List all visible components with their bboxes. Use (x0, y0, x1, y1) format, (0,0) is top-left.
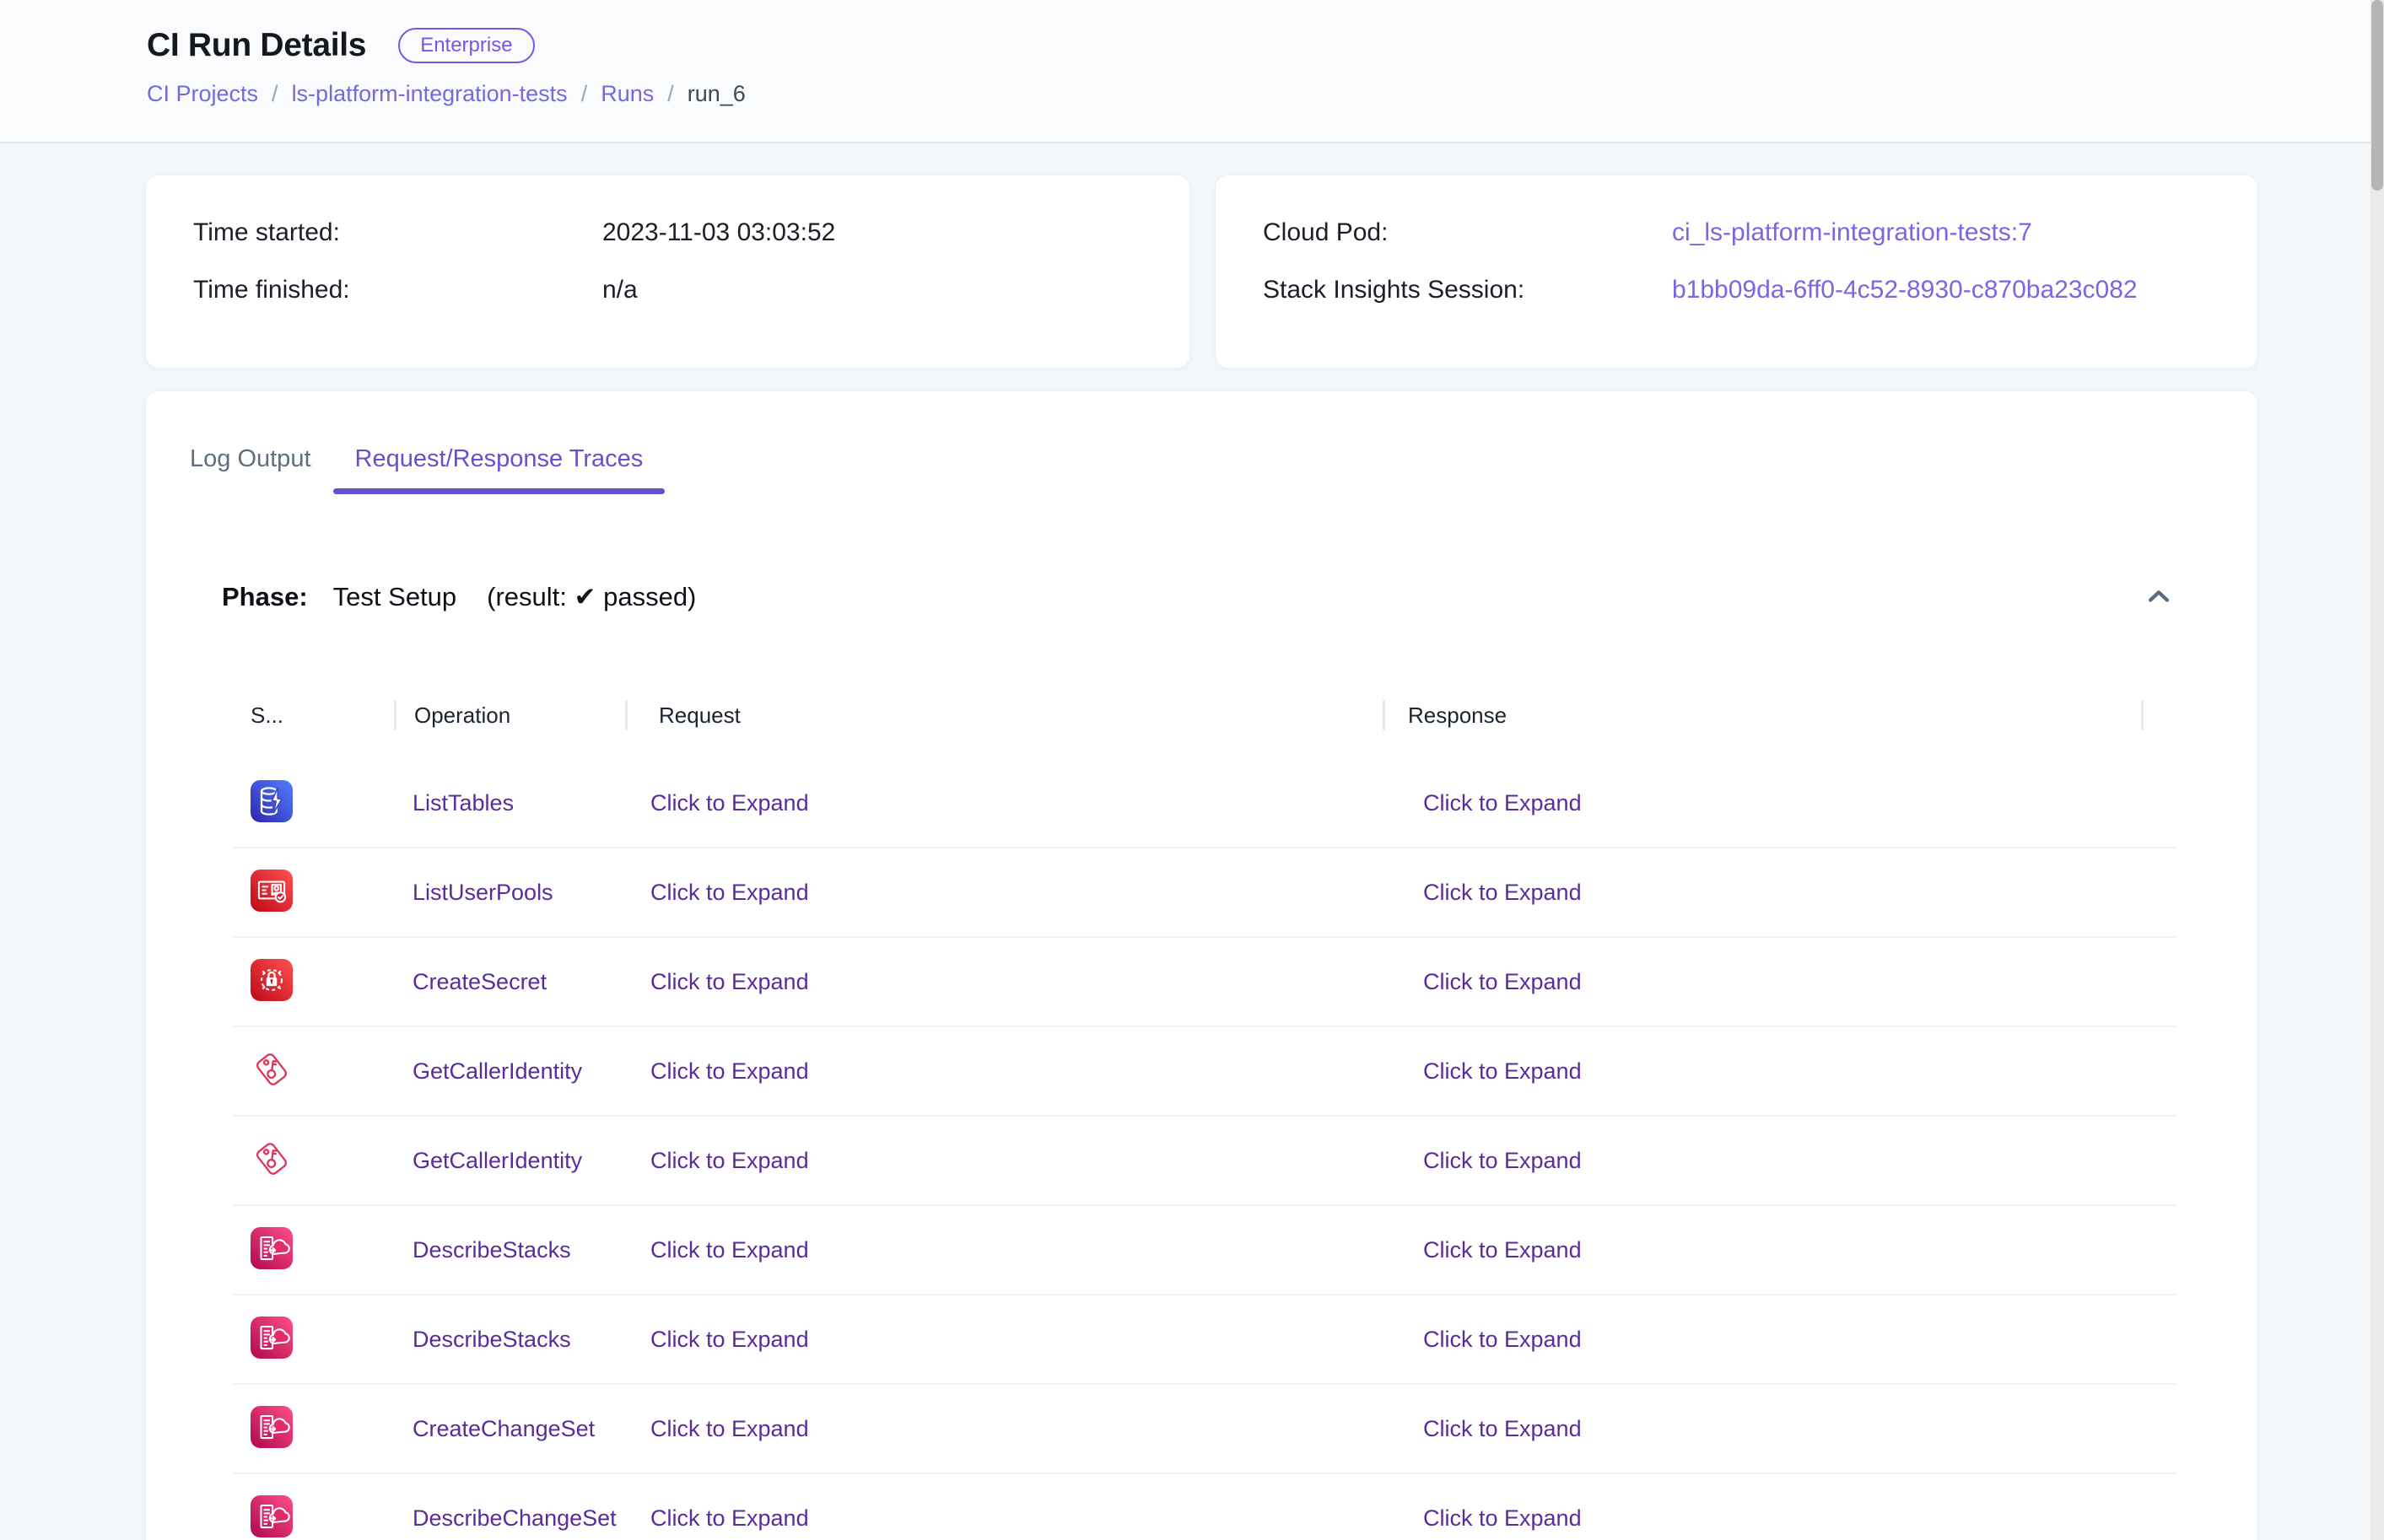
column-divider (394, 700, 396, 730)
session-info-card: Cloud Pod: ci_ls-platform-integration-te… (1215, 175, 2258, 369)
cloudformation-icon (251, 1495, 293, 1537)
enterprise-badge: Enterprise (398, 28, 534, 63)
table-row: GetCallerIdentity Click to Expand Click … (232, 1027, 2177, 1117)
table-row: CreateChangeSet Click to Expand Click to… (232, 1385, 2177, 1474)
time-started-label: Time started: (193, 216, 602, 250)
breadcrumb-runs[interactable]: Runs (601, 81, 654, 107)
column-header-service: S... (232, 703, 394, 729)
request-expand-link[interactable]: Click to Expand (650, 1505, 809, 1531)
cloud-pod-row: Cloud Pod: ci_ls-platform-integration-te… (1263, 216, 2257, 250)
phase-header: Phase: Test Setup (result: ✔ passed) (222, 579, 2177, 616)
operation-link[interactable]: CreateChangeSet (413, 1416, 595, 1441)
scrollbar-track (2371, 0, 2384, 1540)
request-expand-link[interactable]: Click to Expand (650, 1237, 809, 1263)
chevron-up-icon (2144, 583, 2173, 611)
tab-bar: Log Output Request/Response Traces (168, 444, 2257, 494)
traces-card: Log Output Request/Response Traces Phase… (145, 390, 2258, 1540)
collapse-phase-button[interactable] (2140, 579, 2177, 616)
breadcrumb-separator: / (272, 81, 278, 107)
breadcrumb-separator: / (667, 81, 674, 107)
ci-run-details-page: CI Run Details Enterprise CI Projects / … (0, 0, 2384, 1540)
breadcrumb-project[interactable]: ls-platform-integration-tests (292, 81, 568, 107)
time-started-value: 2023-11-03 03:03:52 (602, 216, 835, 250)
column-divider (1383, 700, 1385, 730)
response-expand-link[interactable]: Click to Expand (1423, 1058, 1582, 1084)
stack-insights-row: Stack Insights Session: b1bb09da-6ff0-4c… (1263, 273, 2257, 307)
cloudformation-icon (251, 1406, 293, 1448)
breadcrumb-current-run: run_6 (688, 81, 746, 107)
phase-label: Phase: (222, 582, 308, 612)
time-finished-label: Time finished: (193, 273, 602, 307)
breadcrumb-separator: / (581, 81, 588, 107)
table-row: DescribeStacks Click to Expand Click to … (232, 1206, 2177, 1295)
table-row: DescribeStacks Click to Expand Click to … (232, 1295, 2177, 1385)
time-finished-value: n/a (602, 273, 638, 307)
time-finished-row: Time finished: n/a (193, 273, 1189, 307)
response-expand-link[interactable]: Click to Expand (1423, 1416, 1582, 1441)
response-expand-link[interactable]: Click to Expand (1423, 1148, 1582, 1173)
breadcrumb: CI Projects / ls-platform-integration-te… (147, 81, 746, 107)
request-expand-link[interactable]: Click to Expand (650, 969, 809, 994)
operation-link[interactable]: DescribeStacks (413, 1237, 571, 1263)
column-header-response: Response (1383, 703, 2141, 729)
column-divider (625, 700, 628, 730)
cloudformation-icon (251, 1227, 293, 1269)
request-expand-link[interactable]: Click to Expand (650, 1327, 809, 1352)
column-divider (2141, 700, 2144, 730)
time-info-card: Time started: 2023-11-03 03:03:52 Time f… (145, 175, 1190, 369)
table-row: CreateSecret Click to Expand Click to Ex… (232, 938, 2177, 1027)
sts-icon (251, 1138, 293, 1180)
table-row: ListUserPools Click to Expand Click to E… (232, 848, 2177, 938)
response-expand-link[interactable]: Click to Expand (1423, 1237, 1582, 1263)
cloudformation-icon (251, 1317, 293, 1359)
operation-link[interactable]: ListUserPools (413, 880, 553, 905)
page-title: CI Run Details (147, 27, 366, 64)
sts-icon (251, 1048, 293, 1090)
response-expand-link[interactable]: Click to Expand (1423, 880, 1582, 905)
phase-name: Test Setup (333, 582, 456, 612)
operation-link[interactable]: GetCallerIdentity (413, 1058, 582, 1084)
response-expand-link[interactable]: Click to Expand (1423, 1505, 1582, 1531)
operation-link[interactable]: DescribeStacks (413, 1327, 571, 1352)
phase-result: (result: ✔ passed) (487, 582, 696, 612)
traces-table-header: S... Operation Request Response (232, 692, 2177, 739)
operation-link[interactable]: ListTables (413, 790, 514, 816)
stack-insights-label: Stack Insights Session: (1263, 273, 1672, 307)
table-row: ListTables Click to Expand Click to Expa… (232, 759, 2177, 848)
response-expand-link[interactable]: Click to Expand (1423, 969, 1582, 994)
column-header-operation: Operation (394, 703, 625, 729)
secretsmanager-icon (251, 959, 293, 1001)
operation-link[interactable]: CreateSecret (413, 969, 547, 994)
request-expand-link[interactable]: Click to Expand (650, 1058, 809, 1084)
page-header: CI Run Details Enterprise CI Projects / … (0, 0, 2384, 143)
cloud-pod-label: Cloud Pod: (1263, 216, 1672, 250)
request-expand-link[interactable]: Click to Expand (650, 880, 809, 905)
breadcrumb-ci-projects[interactable]: CI Projects (147, 81, 258, 107)
time-started-row: Time started: 2023-11-03 03:03:52 (193, 216, 1189, 250)
stack-insights-link[interactable]: b1bb09da-6ff0-4c52-8930-c870ba23c082 (1672, 273, 2138, 307)
tab-log-output[interactable]: Log Output (168, 444, 333, 494)
tab-request-response-traces[interactable]: Request/Response Traces (333, 444, 666, 494)
traces-table: S... Operation Request Response ListTabl… (232, 692, 2177, 1540)
operation-link[interactable]: DescribeChangeSet (413, 1505, 617, 1531)
operation-link[interactable]: GetCallerIdentity (413, 1148, 582, 1173)
cognito-icon (251, 870, 293, 912)
column-header-request: Request (625, 703, 1383, 729)
cloud-pod-link[interactable]: ci_ls-platform-integration-tests:7 (1672, 216, 2032, 250)
table-row: DescribeChangeSet Click to Expand Click … (232, 1474, 2177, 1540)
request-expand-link[interactable]: Click to Expand (650, 790, 809, 816)
trace-table-body: ListTables Click to Expand Click to Expa… (232, 759, 2177, 1540)
dynamodb-icon (251, 780, 293, 822)
response-expand-link[interactable]: Click to Expand (1423, 1327, 1582, 1352)
request-expand-link[interactable]: Click to Expand (650, 1416, 809, 1441)
scrollbar-thumb[interactable] (2371, 0, 2383, 191)
request-expand-link[interactable]: Click to Expand (650, 1148, 809, 1173)
table-row: GetCallerIdentity Click to Expand Click … (232, 1117, 2177, 1206)
response-expand-link[interactable]: Click to Expand (1423, 790, 1582, 816)
